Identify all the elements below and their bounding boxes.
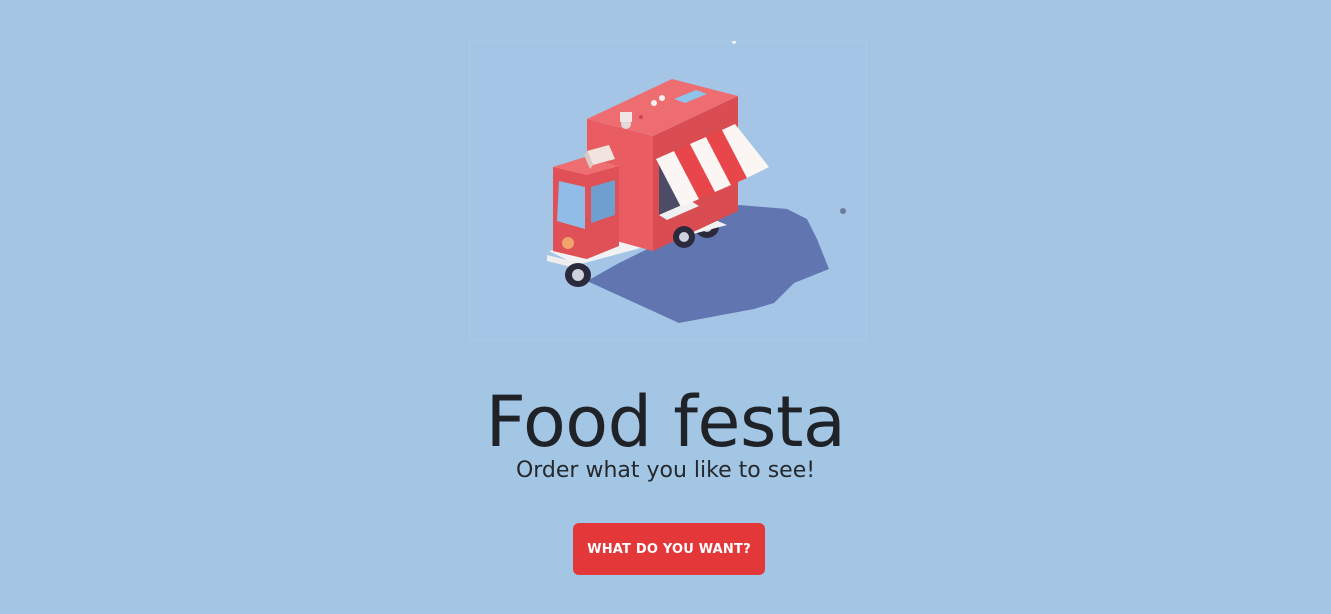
- page-subtitle: Order what you like to see!: [515, 458, 816, 483]
- food-truck-illustration: [469, 41, 867, 341]
- hero-section: Food festa Order what you like to see! W…: [0, 0, 1331, 614]
- food-truck-icon: [469, 41, 867, 341]
- page-title: Food festa: [485, 381, 846, 463]
- what-do-you-want-button[interactable]: WHAT DO YOU WANT?: [573, 523, 765, 575]
